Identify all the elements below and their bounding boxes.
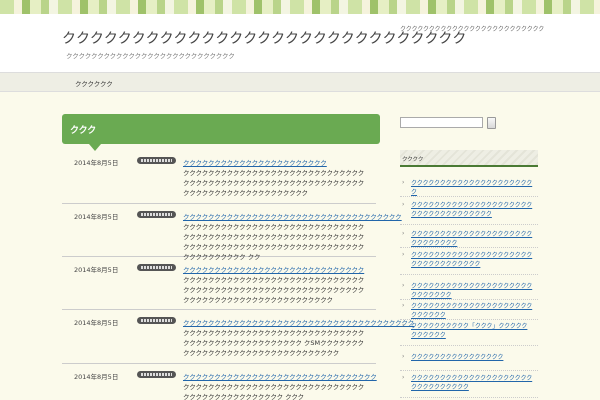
chevron-right-icon: › — [402, 230, 405, 237]
chevron-right-icon: › — [402, 353, 405, 360]
chevron-right-icon: › — [402, 302, 405, 309]
category-badge[interactable] — [137, 371, 176, 378]
post-item: 2014年8月5日 ククククククククククククククククククククククククククククク … — [62, 264, 376, 310]
sidebar-list-item: › ククククククククククククククククククククククククククク — [400, 302, 538, 320]
sidebar-list-item: › クククククククククククククククククククククククククククク — [400, 282, 538, 300]
top-stripe-band — [0, 0, 600, 14]
chevron-right-icon: › — [402, 322, 405, 329]
category-badge[interactable] — [137, 211, 176, 218]
post-title-link[interactable]: ククククククククククククククククククククククククククククククククククク — [183, 211, 402, 221]
post-item: 2014年8月5日 クククククククククククククククククククククククククククククク… — [62, 317, 414, 364]
sidebar-list-item: › ククククククククククククククククククククククククククククククククククク — [400, 201, 538, 225]
heading-notch — [89, 144, 101, 151]
sidebar-link[interactable]: ククククククククククククククククククククククククククククククククククク — [411, 201, 533, 219]
sidebar-link[interactable]: クククククククククククククククククククククククククククク — [411, 282, 533, 300]
post-date: 2014年8月5日 — [74, 213, 119, 221]
category-badge[interactable] — [137, 264, 176, 271]
post-date: 2014年8月5日 — [74, 266, 119, 274]
post-excerpt: クククククククククククククククククククククククククククククククククククククククク… — [183, 329, 365, 357]
sidebar-link[interactable]: ククククククククククククククククククククククククククククククク — [411, 374, 533, 392]
header-note: ククククククククククククククククククククククククク — [400, 26, 545, 33]
category-badge[interactable] — [137, 157, 176, 164]
sidebar-link[interactable]: ククククククククククククククククククククククククククククククククク — [411, 251, 533, 269]
category-badge[interactable] — [137, 317, 176, 324]
sidebar-list-item: › クククククククククククククククククククククク — [400, 179, 538, 197]
widget-header: クククク — [400, 150, 538, 167]
main-heading-label: ククク — [70, 126, 97, 136]
post-excerpt: クククククククククククククククククククククククククククククククククククククククク… — [183, 169, 365, 197]
chevron-right-icon: › — [402, 251, 405, 258]
sidebar-list-item: › ククククククククククククククククククククククククククククククククク — [400, 251, 538, 275]
chevron-right-icon: › — [402, 179, 405, 186]
post-item: 2014年8月5日 クククククククククククククククククククククククククククククク… — [62, 371, 377, 400]
search-input[interactable] — [400, 117, 483, 128]
sidebar-link[interactable]: ククククククククククククククククククククククククククククク — [411, 230, 533, 248]
sidebar-link[interactable]: クククククククククク「ククク」ククククククククククク — [411, 322, 533, 340]
sidebar-link[interactable]: クククククククククククククククククククククク — [411, 179, 533, 197]
post-title-link[interactable]: ククククククククククククククククククククククククククククク — [183, 264, 364, 274]
post-title-link[interactable]: ククククククククククククククククククククククククククククククク — [183, 371, 377, 381]
sidebar-list-item: › クククククククククク「ククク」ククククククククククク — [400, 322, 538, 346]
search-button[interactable] — [487, 117, 496, 129]
post-excerpt: クククククククククククククククククククククククククククククククククククククククク… — [183, 383, 365, 400]
chevron-right-icon: › — [402, 201, 405, 208]
sidebar-list-item: › クククククククククククククククク — [400, 353, 538, 371]
chevron-right-icon: › — [402, 282, 405, 289]
post-title-link[interactable]: ククククククククククククククククククククククク — [183, 157, 327, 167]
post-item: 2014年8月5日 クククククククククククククククククククククククククククククク… — [62, 211, 402, 261]
sidebar-list-item: › ククククククククククククククククククククククククククククククク — [400, 374, 538, 398]
main-heading: ククク — [62, 114, 380, 151]
nav-item-home[interactable]: クククククク — [75, 78, 113, 88]
site-header: ククククククククククククククククククククククククククククク クククククククククク… — [0, 14, 600, 72]
post-date: 2014年8月5日 — [74, 373, 119, 381]
post-title-link[interactable]: ククククククククククククククククククククククククククククククククククククク — [183, 317, 414, 327]
post-excerpt: クククククククククククククククククククククククククククククククククククククククク… — [183, 223, 365, 261]
sidebar-list-item: › ククククククククククククククククククククククククククククク — [400, 230, 538, 248]
post-date: 2014年8月5日 — [74, 319, 119, 327]
global-nav: クククククク — [0, 72, 600, 92]
chevron-right-icon: › — [402, 374, 405, 381]
widget-title: クククク — [402, 157, 424, 163]
sidebar-link[interactable]: ククククククククククククククククククククククククククク — [411, 302, 533, 320]
post-excerpt: クククククククククククククククククククククククククククククククククククククククク… — [183, 276, 365, 304]
sidebar-link[interactable]: クククククククククククククククク — [411, 353, 533, 362]
site-description: ククククククククククククククククククククククククククク — [66, 52, 235, 60]
post-date: 2014年8月5日 — [74, 159, 119, 167]
post-item: 2014年8月5日 ククククククククククククククククククククククク クククククク… — [62, 157, 376, 204]
